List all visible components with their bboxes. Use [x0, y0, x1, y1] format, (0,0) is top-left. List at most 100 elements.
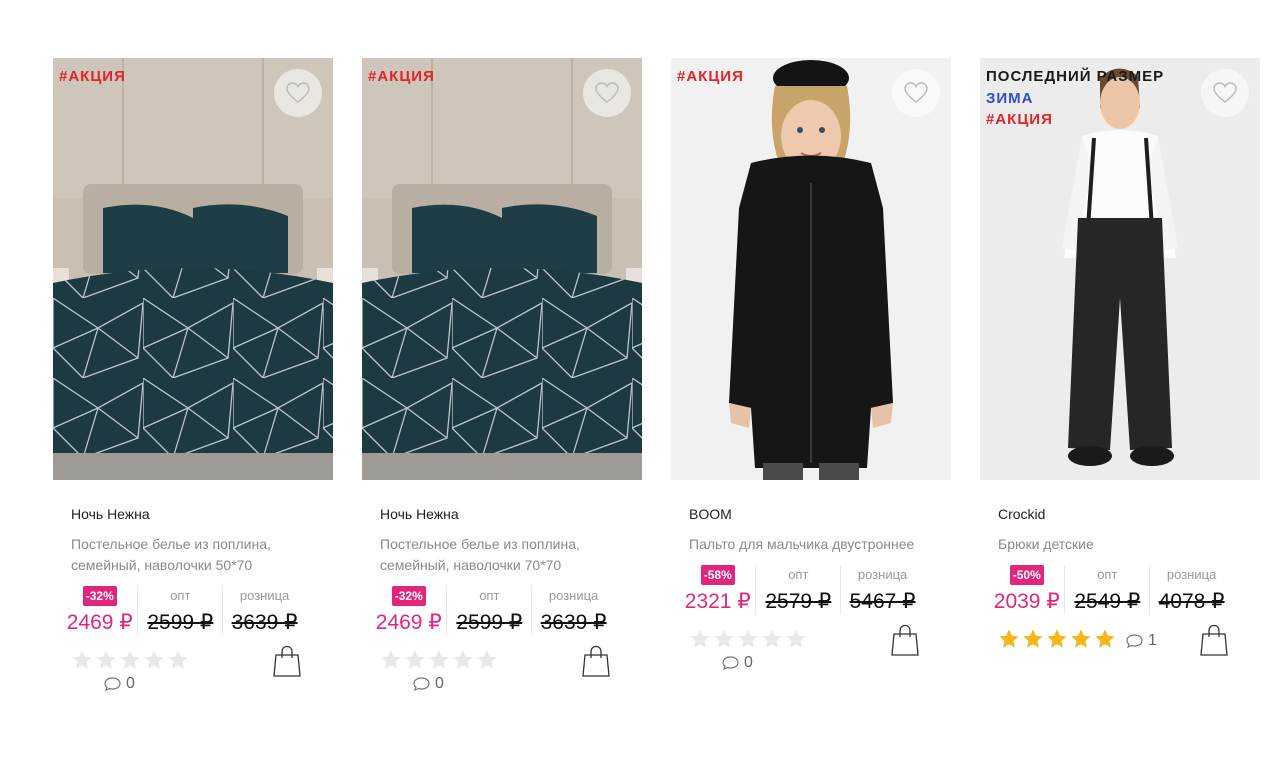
- tag-promo: #АКЦИЯ: [677, 68, 744, 85]
- star-icon[interactable]: [143, 649, 165, 671]
- rating-stars[interactable]: [71, 649, 189, 671]
- star-icon[interactable]: [785, 628, 807, 650]
- comment-icon: [722, 656, 739, 670]
- retail-price: 3639 ₽: [540, 611, 607, 634]
- comments-count[interactable]: 0: [104, 675, 135, 693]
- retail-label: розница: [548, 588, 599, 603]
- coat-photo: [671, 58, 951, 480]
- discount-badge: -32%: [82, 586, 117, 606]
- price-block: -58% 2321 ₽ опт 2579 ₽ розница 5467 ₽: [680, 565, 924, 614]
- retail-price: 4078 ₽: [1158, 590, 1225, 613]
- product-description[interactable]: Постельное белье из поплина, семейный, н…: [71, 534, 315, 576]
- comments-count[interactable]: 0: [413, 675, 444, 693]
- tag-promo: #АКЦИЯ: [368, 68, 435, 85]
- retail-price: 3639 ₽: [231, 611, 298, 634]
- price-block: -32% 2469 ₽ опт 2599 ₽ розница 3639 ₽: [371, 586, 615, 635]
- heart-icon: [1213, 82, 1237, 103]
- product-tags: ПОСЛЕДНИЙ РАЗМЕР ЗИМА #АКЦИЯ: [986, 66, 1164, 131]
- star-icon[interactable]: [689, 628, 711, 650]
- product-photo[interactable]: ПОСЛЕДНИЙ РАЗМЕР ЗИМА #АКЦИЯ: [980, 58, 1260, 480]
- star-icon[interactable]: [71, 649, 93, 671]
- opt-price: 2549 ₽: [1074, 590, 1141, 613]
- sale-price: 2039 ₽: [993, 590, 1060, 613]
- product-brand[interactable]: BOOM: [689, 506, 933, 522]
- star-icon[interactable]: [761, 628, 783, 650]
- favorite-button[interactable]: [1201, 69, 1249, 117]
- favorite-button[interactable]: [274, 69, 322, 117]
- price-block: -50% 2039 ₽ опт 2549 ₽ розница 4078 ₽: [989, 565, 1233, 614]
- tag-promo: #АКЦИЯ: [986, 111, 1053, 128]
- product-photo[interactable]: #АКЦИЯ: [671, 58, 951, 480]
- star-icon[interactable]: [737, 628, 759, 650]
- opt-label: опт: [170, 588, 191, 603]
- star-icon[interactable]: [1046, 628, 1068, 650]
- discount-badge: -32%: [391, 586, 426, 606]
- star-icon[interactable]: [998, 628, 1020, 650]
- star-icon[interactable]: [713, 628, 735, 650]
- tag-last: ПОСЛЕДНИЙ РАЗМЕР: [986, 68, 1165, 85]
- opt-label: опт: [788, 567, 809, 582]
- heart-icon: [595, 82, 619, 103]
- star-icon[interactable]: [1070, 628, 1092, 650]
- comment-icon: [1126, 634, 1143, 648]
- product-card[interactable]: #АКЦИЯ BOOM Пальто для мальчика двустрон…: [671, 58, 951, 688]
- star-icon[interactable]: [95, 649, 117, 671]
- star-icon[interactable]: [1094, 628, 1116, 650]
- product-photo[interactable]: #АКЦИЯ: [362, 58, 642, 480]
- product-photo[interactable]: #АКЦИЯ: [53, 58, 333, 480]
- star-icon[interactable]: [452, 649, 474, 671]
- star-icon[interactable]: [119, 649, 141, 671]
- star-icon[interactable]: [380, 649, 402, 671]
- product-tags: #АКЦИЯ: [677, 66, 744, 88]
- bedding-photo: [362, 58, 642, 480]
- product-brand[interactable]: Ночь Нежна: [380, 506, 624, 522]
- rating-stars[interactable]: [998, 628, 1116, 650]
- cart-bag-icon[interactable]: [582, 645, 610, 677]
- rating-stars[interactable]: [689, 628, 807, 650]
- comments-value: 0: [744, 654, 753, 671]
- tag-season: ЗИМА: [986, 89, 1034, 107]
- cart-bag-icon[interactable]: [891, 624, 919, 656]
- comments-count[interactable]: 0: [722, 654, 753, 672]
- cart-bag-icon[interactable]: [1200, 624, 1228, 656]
- product-brand[interactable]: Crockid: [998, 506, 1242, 522]
- comment-icon: [413, 677, 430, 691]
- star-icon[interactable]: [404, 649, 426, 671]
- product-description[interactable]: Постельное белье из поплина, семейный, н…: [380, 534, 624, 576]
- heart-icon: [904, 82, 928, 103]
- retail-price: 5467 ₽: [849, 590, 916, 613]
- comments-count[interactable]: 1: [1126, 632, 1157, 650]
- discount-badge: -58%: [700, 565, 735, 585]
- bedding-photo: [53, 58, 333, 480]
- product-card[interactable]: #АКЦИЯ Ночь Нежна Постельное белье из по…: [53, 58, 333, 709]
- cart-bag-icon[interactable]: [273, 645, 301, 677]
- favorite-button[interactable]: [583, 69, 631, 117]
- opt-price: 2599 ₽: [456, 611, 523, 634]
- sale-price: 2469 ₽: [66, 611, 133, 634]
- retail-label: розница: [857, 567, 908, 582]
- product-card[interactable]: ПОСЛЕДНИЙ РАЗМЕР ЗИМА #АКЦИЯ Crockid Брюки…: [980, 58, 1260, 688]
- heart-icon: [286, 82, 310, 103]
- opt-label: опт: [1097, 567, 1118, 582]
- rating-stars[interactable]: [380, 649, 498, 671]
- tag-promo: #АКЦИЯ: [59, 68, 126, 85]
- retail-label: розница: [239, 588, 290, 603]
- comments-value: 0: [435, 675, 444, 692]
- opt-label: опт: [479, 588, 500, 603]
- comments-value: 0: [126, 675, 135, 692]
- star-icon[interactable]: [476, 649, 498, 671]
- product-tags: #АКЦИЯ: [368, 66, 435, 88]
- opt-price: 2579 ₽: [765, 590, 832, 613]
- star-icon[interactable]: [428, 649, 450, 671]
- star-icon[interactable]: [1022, 628, 1044, 650]
- sale-price: 2321 ₽: [684, 590, 751, 613]
- star-icon[interactable]: [167, 649, 189, 671]
- retail-label: розница: [1166, 567, 1217, 582]
- product-brand[interactable]: Ночь Нежна: [71, 506, 315, 522]
- product-description[interactable]: Пальто для мальчика двустроннее: [689, 534, 933, 555]
- favorite-button[interactable]: [892, 69, 940, 117]
- product-description[interactable]: Брюки детские: [998, 534, 1242, 555]
- comment-icon: [104, 677, 121, 691]
- comments-value: 1: [1148, 632, 1157, 649]
- product-card[interactable]: #АКЦИЯ Ночь Нежна Постельное белье из по…: [362, 58, 642, 709]
